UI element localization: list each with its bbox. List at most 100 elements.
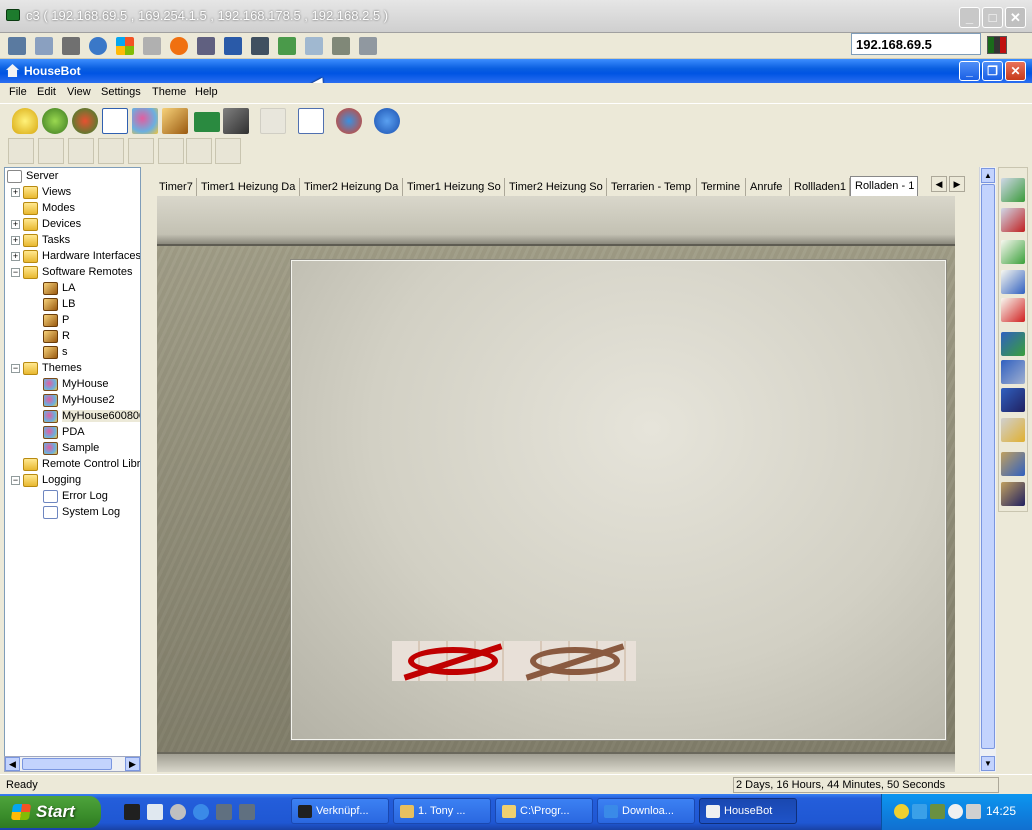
edit-control-icon[interactable]	[1001, 360, 1025, 384]
windows-icon[interactable]	[359, 37, 377, 55]
edit-icon[interactable]	[102, 108, 128, 134]
taskbar-button[interactable]: Downloa...	[597, 798, 695, 824]
content-panel[interactable]	[290, 259, 947, 741]
tree-node[interactable]: − Logging	[11, 472, 81, 488]
menu-theme[interactable]: Theme	[152, 86, 186, 98]
tab-2[interactable]: Timer2 Heizung Da	[300, 178, 403, 196]
taskbar-button[interactable]: 1. Tony ...	[393, 798, 491, 824]
app-quicklaunch-icon[interactable]	[170, 804, 186, 820]
scroll-thumb[interactable]	[981, 184, 995, 749]
remote-icon[interactable]	[162, 108, 188, 134]
close-button[interactable]: ✕	[1005, 61, 1026, 81]
center-vertical-icon[interactable]	[158, 138, 184, 164]
clipboard-icon[interactable]	[305, 37, 323, 55]
tab-8[interactable]: Rollladen1	[790, 178, 850, 196]
tree-node[interactable]: Modes	[11, 200, 75, 216]
tree-horizontal-scrollbar[interactable]: ◀ ▶	[4, 756, 141, 772]
interface-icon[interactable]	[194, 112, 220, 132]
tree-node[interactable]: LA	[29, 280, 75, 296]
tree-node[interactable]: LB	[29, 296, 75, 312]
tree-node[interactable]: MyHouse600800	[29, 408, 140, 424]
align-top-icon[interactable]	[68, 138, 94, 164]
expand-icon[interactable]: +	[11, 187, 20, 197]
save-theme-icon[interactable]	[1001, 482, 1025, 506]
add-control-icon[interactable]	[1001, 332, 1025, 356]
scroll-up-icon[interactable]: ▲	[981, 168, 995, 183]
menu-settings[interactable]: Settings	[101, 86, 141, 98]
settings-control-icon[interactable]	[1001, 418, 1025, 442]
sync-tray-icon[interactable]	[948, 804, 963, 819]
import-icon[interactable]	[1001, 452, 1025, 476]
taskbar-button[interactable]: Verknüpf...	[291, 798, 389, 824]
disconnect-icon[interactable]	[197, 37, 215, 55]
minimize-button[interactable]: _	[959, 61, 980, 81]
ie-quicklaunch-icon[interactable]	[193, 804, 209, 820]
tools-icon[interactable]	[62, 37, 80, 55]
tree-node[interactable]: + Tasks	[11, 232, 70, 248]
tree-node[interactable]: Error Log	[29, 488, 108, 504]
expand-icon[interactable]: +	[11, 251, 20, 261]
tree-node[interactable]: s	[29, 344, 68, 360]
connection-info-icon[interactable]	[35, 37, 53, 55]
ctrl-alt-del-icon[interactable]	[143, 37, 161, 55]
center-horizontal-icon[interactable]	[128, 138, 154, 164]
tree-node[interactable]: MyHouse2	[29, 392, 115, 408]
tree-node[interactable]: + Hardware Interfaces	[11, 248, 140, 264]
expand-icon[interactable]: +	[11, 219, 20, 229]
align-left-icon[interactable]	[8, 138, 34, 164]
menu-edit[interactable]: Edit	[37, 86, 56, 98]
cmd-quicklaunch-icon[interactable]	[124, 804, 140, 820]
align-right-icon[interactable]	[38, 138, 64, 164]
tab-1[interactable]: Timer1 Heizung Da	[197, 178, 300, 196]
restore-button[interactable]: ❐	[982, 61, 1003, 81]
scroll-left-icon[interactable]: ◀	[5, 757, 20, 771]
outer-close-button[interactable]: ✕	[1005, 7, 1026, 28]
remote-control-icon[interactable]	[223, 108, 249, 134]
scroll-right-icon[interactable]: ▶	[125, 757, 140, 771]
object-tree[interactable]: Server + Views Modes + Devices + Tasks + Hardwar…	[4, 167, 141, 757]
tab-4[interactable]: Timer2 Heizung So	[505, 178, 607, 196]
menu-help[interactable]: Help	[195, 86, 218, 98]
theme-canvas[interactable]	[157, 196, 955, 772]
scroll-down-icon[interactable]: ▼	[981, 756, 995, 771]
tab-prev-icon[interactable]: ◀	[931, 176, 947, 192]
delete-panel-icon[interactable]	[1001, 298, 1025, 322]
disabled-control-icon[interactable]	[514, 641, 636, 681]
network-tray-icon[interactable]	[912, 804, 927, 819]
tree-node-server[interactable]: Server	[7, 168, 58, 184]
monitor-icon[interactable]	[251, 37, 269, 55]
tree-node[interactable]: Remote Control Library	[11, 456, 140, 472]
add-object-icon[interactable]	[1001, 178, 1025, 202]
network-icon[interactable]	[336, 108, 362, 134]
space-horizontal-icon[interactable]	[186, 138, 212, 164]
network-quicklaunch-icon[interactable]	[216, 804, 232, 820]
delete-object-icon[interactable]	[1001, 208, 1025, 232]
lock-icon[interactable]	[260, 108, 286, 134]
windows-key-icon[interactable]	[116, 37, 134, 55]
tree-node[interactable]: − Themes	[11, 360, 82, 376]
tree-node[interactable]: PDA	[29, 424, 85, 440]
collapse-icon[interactable]: −	[11, 363, 20, 373]
tree-node[interactable]: + Views	[11, 184, 71, 200]
tab-next-icon[interactable]: ▶	[949, 176, 965, 192]
tab-3[interactable]: Timer1 Heizung So	[403, 178, 505, 196]
tab-5[interactable]: Terrarien - Temp	[607, 178, 697, 196]
space-vertical-icon[interactable]	[215, 138, 241, 164]
eye-tray-icon[interactable]	[894, 804, 909, 819]
tree-node[interactable]: R	[29, 328, 70, 344]
menu-file[interactable]: File	[9, 86, 27, 98]
palette-icon[interactable]	[132, 108, 158, 134]
add-panel-icon[interactable]	[1001, 240, 1025, 264]
scale-icon[interactable]	[332, 37, 350, 55]
tab-0[interactable]: Timer7	[155, 178, 197, 196]
copy-panel-icon[interactable]	[1001, 270, 1025, 294]
tab-7[interactable]: Anrufe	[746, 178, 790, 196]
lightbulb-icon[interactable]	[12, 108, 38, 134]
desktop-quicklaunch-icon[interactable]	[147, 804, 163, 820]
clock-icon[interactable]	[42, 108, 68, 134]
taskbar-button[interactable]: C:\Progr...	[495, 798, 593, 824]
tree-node[interactable]: + Devices	[11, 216, 81, 232]
fullscreen-icon[interactable]	[224, 37, 242, 55]
transfer-icon[interactable]	[278, 37, 296, 55]
tab-9[interactable]: Rolladen - 1	[850, 176, 918, 196]
